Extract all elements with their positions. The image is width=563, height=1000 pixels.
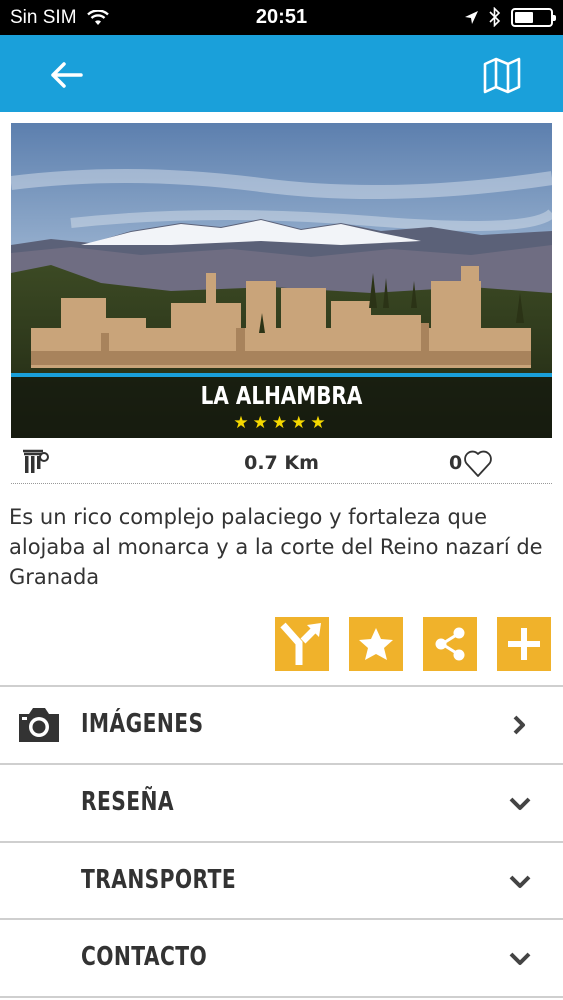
map-icon <box>483 57 521 94</box>
chevron-down-icon <box>509 952 531 965</box>
action-buttons <box>0 617 563 671</box>
likes-count: 0 <box>449 452 463 474</box>
section-contacto[interactable]: CONTACTO <box>0 920 563 996</box>
plus-icon <box>508 628 540 660</box>
section-imagenes[interactable]: IMÁGENES <box>0 687 563 763</box>
section-label: RESEÑA <box>81 787 174 817</box>
location-arrow-icon <box>465 10 478 24</box>
section-resena[interactable]: RESEÑA <box>0 765 563 841</box>
battery-icon <box>511 7 556 27</box>
star-icon <box>359 628 393 660</box>
chevron-down-icon <box>509 875 531 888</box>
place-title: LA ALHAMBRA <box>200 381 363 410</box>
nav-bar <box>0 35 563 112</box>
section-label: IMÁGENES <box>81 709 204 739</box>
section-label: TRANSPORTE <box>81 865 237 895</box>
arrow-left-icon <box>51 62 83 88</box>
back-button[interactable] <box>44 55 88 95</box>
favorite-button[interactable] <box>349 617 403 671</box>
camera-icon <box>19 708 59 742</box>
directions-button[interactable] <box>275 617 329 671</box>
add-button[interactable] <box>497 617 551 671</box>
hero-image: LA ALHAMBRA ★★★★★ <box>11 123 552 438</box>
share-button[interactable] <box>423 617 477 671</box>
bluetooth-icon <box>489 7 501 27</box>
status-bar: Sin SIM 20:51 <box>0 0 563 35</box>
likes[interactable]: 0 <box>449 448 493 478</box>
info-row: 0.7 Km 0 <box>11 440 552 484</box>
map-button[interactable] <box>478 53 526 97</box>
share-icon <box>435 627 465 661</box>
chevron-right-icon <box>513 715 525 735</box>
section-transporte[interactable]: TRANSPORTE <box>0 843 563 919</box>
chevron-down-icon <box>509 797 531 810</box>
heart-outline-icon <box>464 450 493 477</box>
section-label: CONTACTO <box>81 942 208 972</box>
directions-icon <box>280 622 321 665</box>
place-description: Es un rico complejo palaciego y fortalez… <box>9 505 543 589</box>
rating-stars: ★★★★★ <box>233 413 330 433</box>
